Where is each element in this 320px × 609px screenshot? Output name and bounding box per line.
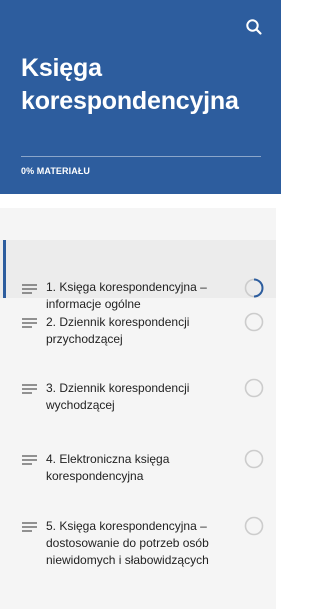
lesson-item-4[interactable]: 4. Elektroniczna księga korespondencyjna: [0, 449, 281, 491]
empty-circle-icon: [244, 516, 264, 536]
lesson-label: 4. Elektroniczna księga korespondencyjna: [46, 452, 170, 483]
lesson-item-1[interactable]: 1. Księga korespondencyjna – informacje …: [0, 240, 281, 311]
progress-bar: [21, 156, 261, 157]
course-title: Księga korespondencyjna: [21, 54, 239, 115]
empty-circle-icon: [244, 378, 264, 398]
text-lines-icon: [22, 455, 38, 467]
lesson-item-5[interactable]: 5. Księga korespondencyjna – dostosowani…: [0, 516, 281, 576]
lesson-item-2[interactable]: 2. Dziennik korespondencji przychodzącej: [0, 312, 281, 354]
text-lines-icon: [22, 522, 38, 534]
lesson-label: 2. Dziennik korespondencji przychodzącej: [46, 315, 190, 346]
header-spacer: [0, 194, 281, 208]
text-lines-icon: [22, 384, 38, 396]
progress-label: 0% MATERIAŁU: [21, 166, 91, 176]
lesson-item-3[interactable]: 3. Dziennik korespondencji wychodzącej: [0, 378, 281, 420]
course-header: Księga korespondencyjna 0% MATERIAŁU: [0, 0, 281, 194]
text-lines-icon: [22, 284, 38, 296]
search-button[interactable]: [243, 16, 265, 38]
empty-circle-icon: [244, 312, 264, 332]
text-lines-icon: [22, 318, 38, 330]
active-indicator: [3, 240, 6, 298]
search-icon: [246, 19, 262, 35]
lesson-label: 1. Księga korespondencyjna – informacje …: [46, 280, 207, 311]
empty-circle-icon: [244, 449, 264, 469]
course-sidebar: Księga korespondencyjna 0% MATERIAŁU 1. …: [0, 0, 281, 609]
progress-circle-icon: [244, 278, 264, 298]
lesson-label: 3. Dziennik korespondencji wychodzącej: [46, 381, 190, 412]
scrollbar[interactable]: [276, 208, 281, 609]
lesson-label: 5. Księga korespondencyjna – dostosowani…: [46, 519, 209, 567]
lesson-list: 1. Księga korespondencyjna – informacje …: [0, 208, 281, 609]
